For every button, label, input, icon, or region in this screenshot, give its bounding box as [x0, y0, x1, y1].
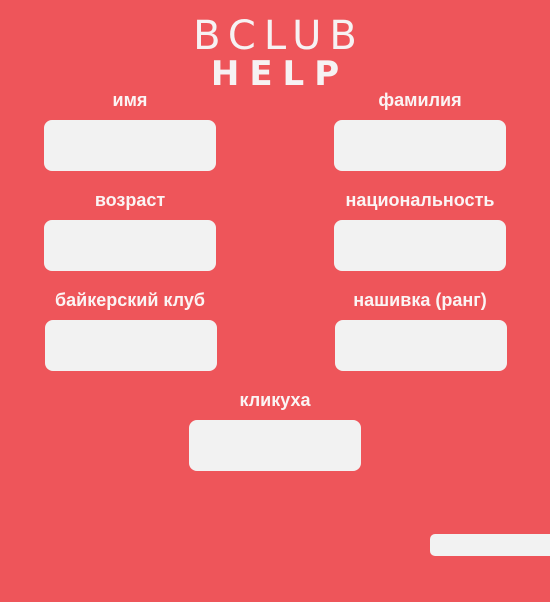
submit-bar[interactable] — [430, 534, 550, 556]
age-input[interactable] — [44, 220, 216, 271]
biker-club-input[interactable] — [45, 320, 217, 371]
nationality-input[interactable] — [334, 220, 506, 271]
first-name-input[interactable] — [44, 120, 216, 171]
label-last-name: фамилия — [378, 90, 462, 110]
logo-top: BCLUB — [193, 13, 365, 59]
logo-bottom: HELP — [210, 54, 350, 94]
label-nationality: национальность — [345, 190, 495, 210]
label-nickname: кликуха — [239, 390, 311, 410]
patch-rank-input[interactable] — [335, 320, 507, 371]
label-patch-rank: нашивка (ранг) — [353, 290, 487, 310]
label-age: возраст — [94, 190, 166, 210]
last-name-input[interactable] — [334, 120, 506, 171]
nickname-input[interactable] — [189, 420, 361, 471]
label-biker-club: байкерский клуб — [55, 290, 205, 310]
label-first-name: имя — [112, 90, 148, 110]
